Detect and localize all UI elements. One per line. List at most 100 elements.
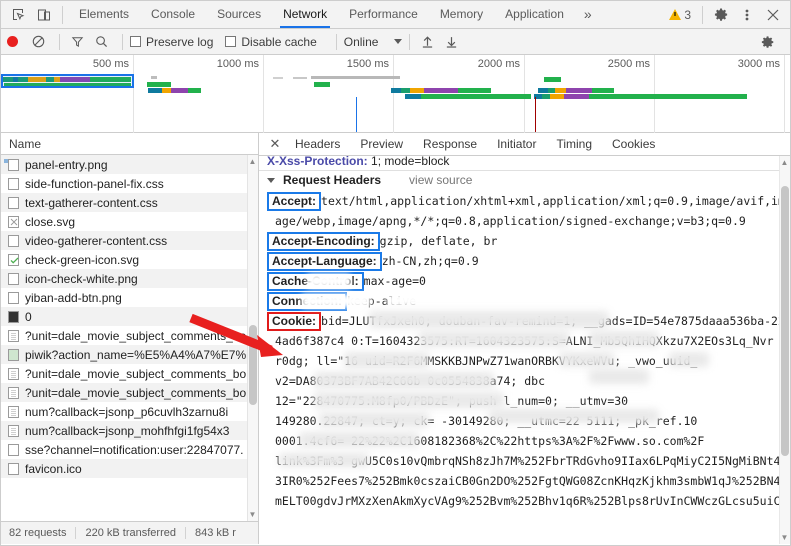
list-item[interactable]: ?unit=dale_movie_subject_comments_bo: [1, 383, 258, 402]
scroll-up-arrow[interactable]: ▲: [248, 157, 257, 166]
export-har-icon[interactable]: [441, 32, 461, 52]
overview-selection[interactable]: [1, 74, 134, 88]
detail-scroll-down-arrow[interactable]: ▼: [780, 533, 789, 542]
document-file-icon: [7, 367, 19, 380]
request-detail-pane: ✕ Headers Preview Response Initiator Tim…: [259, 133, 790, 544]
list-item[interactable]: video-gatherer-content.css: [1, 231, 258, 250]
cookie-cont-9: mELT00gdvJrMXzXenAkmXycVAg9%252Bvm%252Bh…: [275, 494, 788, 508]
list-item[interactable]: icon-check-white.png: [1, 269, 258, 288]
tick-label-2500: 2500 ms: [607, 58, 650, 70]
tick-label-3000: 3000 ms: [737, 58, 780, 70]
tab-cookies[interactable]: Cookies: [602, 133, 665, 155]
request-name: sse?channel=notification:user:22847077.: [25, 442, 244, 457]
toolbar-divider-right: [702, 5, 703, 24]
record-button[interactable]: [7, 36, 18, 47]
list-item[interactable]: num?callback=jsonp_p6cuvlh3zarnu8i: [1, 402, 258, 421]
tab-application[interactable]: Application: [494, 1, 575, 28]
request-list-header[interactable]: Name: [1, 133, 258, 155]
request-name: check-green-icon.svg: [25, 252, 140, 267]
redaction-blur: [669, 352, 709, 367]
tick-label-1000: 1000 ms: [216, 58, 259, 70]
tab-network[interactable]: Network: [272, 1, 338, 28]
tab-elements[interactable]: Elements: [68, 1, 140, 28]
tab-memory[interactable]: Memory: [429, 1, 494, 28]
throttling-dropdown[interactable]: Online: [344, 35, 403, 49]
tab-headers[interactable]: Headers: [285, 133, 350, 155]
redaction-blur: [299, 432, 419, 447]
network-split: Name panel-entry.png side-function-panel…: [1, 133, 790, 544]
scroll-down-arrow[interactable]: ▼: [248, 510, 257, 519]
device-toolbar-icon[interactable]: [31, 2, 57, 28]
tab-console[interactable]: Console: [140, 1, 206, 28]
list-item[interactable]: text-gatherer-content.css: [1, 193, 258, 212]
tab-timing[interactable]: Timing: [546, 133, 602, 155]
preserve-log-box: [130, 36, 141, 47]
section-divider: [259, 170, 790, 171]
load-event-marker: [535, 97, 536, 132]
disable-cache-checkbox[interactable]: Disable cache: [225, 34, 317, 49]
tab-preview[interactable]: Preview: [350, 133, 413, 155]
list-item[interactable]: check-green-icon.svg: [1, 250, 258, 269]
scrollbar-thumb[interactable]: [249, 325, 257, 405]
request-name: num?callback=jsonp_p6cuvlh3zarnu8i: [25, 404, 229, 419]
svg-file-icon: [7, 215, 19, 228]
request-list-scrollbar[interactable]: ▲ ▼: [247, 155, 258, 521]
warning-badge[interactable]: 3: [663, 8, 697, 22]
close-detail-icon[interactable]: ✕: [265, 136, 285, 152]
overview-bars: [1, 74, 790, 132]
redaction-blur: [387, 294, 429, 307]
preserve-log-checkbox[interactable]: Preserve log: [130, 35, 213, 49]
list-item[interactable]: 0: [1, 307, 258, 326]
redaction-blur: [301, 294, 371, 308]
detail-scrollbar[interactable]: ▲ ▼: [779, 156, 790, 544]
network-overview[interactable]: 500 ms 1000 ms 1500 ms 2000 ms 2500 ms 3…: [1, 55, 790, 133]
list-item[interactable]: ?unit=dale_movie_subject_comments_bo: [1, 364, 258, 383]
document-file-icon: [7, 386, 19, 399]
clipped-response-header: X-Xss-Protection: 1; mode=block: [267, 156, 790, 167]
request-name: ?unit=dale_movie_subject_comments_bo: [25, 328, 247, 343]
tab-performance[interactable]: Performance: [338, 1, 429, 28]
stylesheet-file-icon: [7, 196, 19, 209]
list-item[interactable]: side-function-panel-fix.css: [1, 174, 258, 193]
request-name: 0: [25, 309, 32, 324]
inspect-element-icon[interactable]: [5, 2, 31, 28]
list-item[interactable]: piwik?action_name=%E5%A4%A7%E7%: [1, 345, 258, 364]
kebab-menu-icon[interactable]: [734, 2, 760, 28]
tab-response[interactable]: Response: [413, 133, 487, 155]
more-tabs-icon[interactable]: »: [575, 1, 601, 28]
network-settings-gear-icon[interactable]: [758, 32, 778, 52]
gear-icon[interactable]: [708, 2, 734, 28]
list-item[interactable]: yiban-add-btn.png: [1, 288, 258, 307]
svg-file-icon: [7, 253, 19, 266]
redaction-blur: [589, 331, 659, 347]
list-item[interactable]: panel-entry.png: [1, 155, 258, 174]
stylesheet-file-icon: [7, 177, 19, 190]
list-item[interactable]: favicon.ico: [1, 459, 258, 478]
search-icon[interactable]: [91, 32, 111, 52]
detail-scrollbar-thumb[interactable]: [781, 186, 789, 456]
request-name: piwik?action_name=%E5%A4%A7%E7%: [25, 347, 247, 362]
filter-icon[interactable]: [67, 32, 87, 52]
toolbar-divider-2: [122, 33, 123, 50]
close-icon[interactable]: [760, 2, 786, 28]
tab-sources[interactable]: Sources: [206, 1, 272, 28]
list-item[interactable]: sse?channel=notification:user:22847077.: [1, 440, 258, 459]
redaction-blur: [559, 292, 589, 305]
status-requests: 82 requests: [9, 527, 77, 539]
request-list[interactable]: panel-entry.png side-function-panel-fix.…: [1, 155, 258, 521]
clear-icon[interactable]: [28, 32, 48, 52]
request-headers-section[interactable]: Request Headers view source: [267, 173, 790, 187]
list-item[interactable]: num?callback=jsonp_mohfhfgi1fg54x3: [1, 421, 258, 440]
tab-initiator[interactable]: Initiator: [487, 133, 546, 155]
import-har-icon[interactable]: [417, 32, 437, 52]
toolbar-divider-3: [335, 33, 337, 50]
document-file-icon: [7, 443, 19, 456]
document-file-icon: [7, 329, 19, 342]
list-item[interactable]: close.svg: [1, 212, 258, 231]
header-name-accept-encoding: Accept-Encoding:: [267, 232, 380, 251]
disable-cache-label: Disable cache: [241, 34, 317, 49]
view-source-link[interactable]: view source: [409, 173, 472, 187]
list-item[interactable]: ?unit=dale_movie_subject_comments_bo: [1, 326, 258, 345]
detail-scroll-up-arrow[interactable]: ▲: [780, 158, 789, 167]
detail-tab-bar: ✕ Headers Preview Response Initiator Tim…: [259, 133, 790, 156]
